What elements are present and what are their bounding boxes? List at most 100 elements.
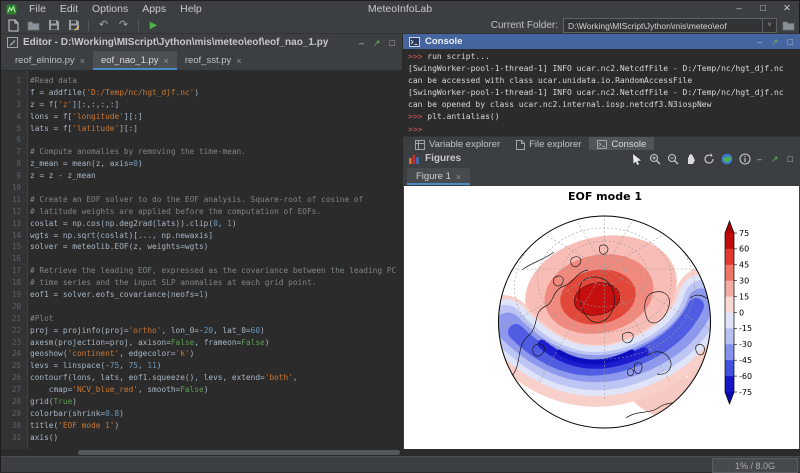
code-line: 2f = addfile('D:/Temp/nc/hgt_djf.nc') xyxy=(1,87,402,99)
code-line: 18# time series and the input SLP anomal… xyxy=(1,277,402,289)
code-line: 10 xyxy=(1,182,402,194)
code-line: 16 xyxy=(1,253,402,265)
scrollbar-thumb[interactable] xyxy=(78,450,400,455)
window-close-button[interactable]: ✕ xyxy=(775,1,799,17)
new-file-icon[interactable] xyxy=(7,19,20,32)
panel-float-icon[interactable]: ↗ xyxy=(771,37,779,47)
line-number: 26 xyxy=(1,372,21,384)
console-output[interactable]: >>> run script...[SwingWorker-pool-1-thr… xyxy=(403,49,800,136)
console-icon xyxy=(597,140,607,149)
menu-edit[interactable]: Edit xyxy=(53,3,85,15)
panel-float-icon[interactable]: ↗ xyxy=(771,154,779,164)
line-number: 14 xyxy=(1,230,21,242)
open-folder-icon[interactable] xyxy=(27,19,40,32)
tab-close-icon[interactable]: × xyxy=(164,56,169,66)
code-line: 13coslat = np.cos(np.deg2rad(lats)).clip… xyxy=(1,218,402,230)
code-line: 25levs = linspace(-75, 75, 11) xyxy=(1,360,402,372)
colorbar-segment xyxy=(725,297,734,313)
pointer-icon[interactable] xyxy=(631,153,643,165)
tab-close-icon[interactable]: × xyxy=(80,56,85,66)
panel-minimize-icon[interactable]: – xyxy=(757,37,762,47)
editor-icon xyxy=(7,37,18,48)
console-line: [SwingWorker-pool-1-thread-1] INFO ucar.… xyxy=(408,63,795,75)
panel-minimize-icon[interactable]: – xyxy=(359,38,364,48)
save-icon[interactable] xyxy=(47,19,60,32)
code-editor[interactable]: 1#Read data2f = addfile('D:/Temp/nc/hgt_… xyxy=(1,71,402,449)
colorbar-tick-label: 15 xyxy=(739,292,749,301)
code-line: 6 xyxy=(1,134,402,146)
panel-maximize-icon[interactable]: □ xyxy=(788,154,793,164)
figure-tab[interactable]: Figure 1 × xyxy=(407,168,470,185)
editor-horizontal-scrollbar[interactable] xyxy=(1,449,402,456)
line-number: 13 xyxy=(1,218,21,230)
undo-icon[interactable]: ↶ xyxy=(97,19,110,32)
code-line: 21#Plot xyxy=(1,313,402,325)
code-line: 12# latitude weights are applied before … xyxy=(1,206,402,218)
line-number: 9 xyxy=(1,170,21,182)
editor-panel-header: Editor - D:\Working\MIScript\Jython\mis\… xyxy=(1,34,402,51)
colorbar-segment xyxy=(725,233,734,249)
panel-minimize-icon[interactable]: – xyxy=(757,154,762,164)
menu-apps[interactable]: Apps xyxy=(135,3,173,15)
panel-float-icon[interactable]: ↗ xyxy=(373,38,381,48)
code-line: 15solver = meteolib.EOF(z, weights=wgts) xyxy=(1,241,402,253)
colorbar-tick-label: 45 xyxy=(739,261,749,270)
code-line: 31axis() xyxy=(1,432,402,444)
browse-folder-icon[interactable] xyxy=(782,19,795,32)
chevron-down-icon[interactable]: ˅ xyxy=(762,19,776,32)
code-line: 5lats = f['latitude'][:] xyxy=(1,123,402,135)
line-number: 24 xyxy=(1,348,21,360)
globe-icon[interactable] xyxy=(721,153,733,165)
toolbar-separator xyxy=(138,20,139,31)
colorbar: 75604530150-15-30-45-60-75 xyxy=(725,221,752,404)
panel-maximize-icon[interactable]: □ xyxy=(788,37,793,47)
main-toolbar: ↶ ↷ ▶ Current Folder: D:\Working\MIScrip… xyxy=(1,17,799,34)
line-number: 29 xyxy=(1,408,21,420)
menu-file[interactable]: File xyxy=(22,3,53,15)
window-maximize-button[interactable]: □ xyxy=(751,1,775,17)
panel-maximize-icon[interactable]: □ xyxy=(390,38,395,48)
save-as-icon[interactable] xyxy=(67,19,80,32)
line-number: 15 xyxy=(1,241,21,253)
colorbar-segment xyxy=(725,265,734,281)
code-line: 1#Read data xyxy=(1,75,402,87)
code-line: 30title('EOF mode 1') xyxy=(1,420,402,432)
run-icon[interactable]: ▶ xyxy=(147,19,160,32)
code-line: 29colorbar(shrink=0.8) xyxy=(1,408,402,420)
redo-icon[interactable]: ↷ xyxy=(117,19,130,32)
tab-close-icon[interactable]: × xyxy=(456,172,461,182)
editor-tab-reof_sst.py[interactable]: reof_sst.py × xyxy=(177,51,250,70)
panel-bottom-padding xyxy=(403,449,800,456)
line-number: 27 xyxy=(1,384,21,396)
colorbar-tick-label: 30 xyxy=(739,277,749,286)
colorbar-segment xyxy=(725,313,734,329)
colorbar-tick-label: -75 xyxy=(739,388,752,397)
line-number: 8 xyxy=(1,158,21,170)
contour-map xyxy=(475,186,735,434)
code-line: 11# Create an EOF solver to do the EOF a… xyxy=(1,194,402,206)
editor-tab-eof_nao_1.py[interactable]: eof_nao_1.py× xyxy=(93,51,177,70)
line-number: 2 xyxy=(1,87,21,99)
tab-label: reof_sst.py xyxy=(185,55,231,66)
tab-close-icon[interactable]: × xyxy=(236,56,241,66)
zoom-in-icon[interactable] xyxy=(649,153,661,165)
current-folder-combobox[interactable]: D:\Working\MIScript\Jython\mis\meteo\eof… xyxy=(563,18,777,33)
menu-help[interactable]: Help xyxy=(173,3,209,15)
zoom-out-icon[interactable] xyxy=(667,153,679,165)
code-line: 27 cmap='NCV_blue_red', smooth=False) xyxy=(1,384,402,396)
editor-tab-reof_elnino.py[interactable]: reof_elnino.py× xyxy=(7,51,93,70)
editor-tab-bar: reof_elnino.py×eof_nao_1.py× reof_sst.py × xyxy=(1,51,402,71)
menu-options[interactable]: Options xyxy=(85,3,135,15)
line-number: 1 xyxy=(1,75,21,87)
dock-tab-label: Variable explorer xyxy=(429,139,500,150)
colorbar-tick-label: -60 xyxy=(739,372,752,381)
line-number: 7 xyxy=(1,146,21,158)
figure-tab-bar: Figure 1 × xyxy=(403,167,800,185)
code-line: 17# Retrieve the leading EOF, expressed … xyxy=(1,265,402,277)
info-icon[interactable] xyxy=(739,153,751,165)
pan-hand-icon[interactable] xyxy=(685,153,697,165)
console-panel-title: Console xyxy=(425,36,757,47)
rotate-icon[interactable] xyxy=(703,153,715,165)
figure-canvas[interactable]: EOF mode 1 xyxy=(404,186,799,449)
window-minimize-button[interactable]: – xyxy=(727,1,751,17)
